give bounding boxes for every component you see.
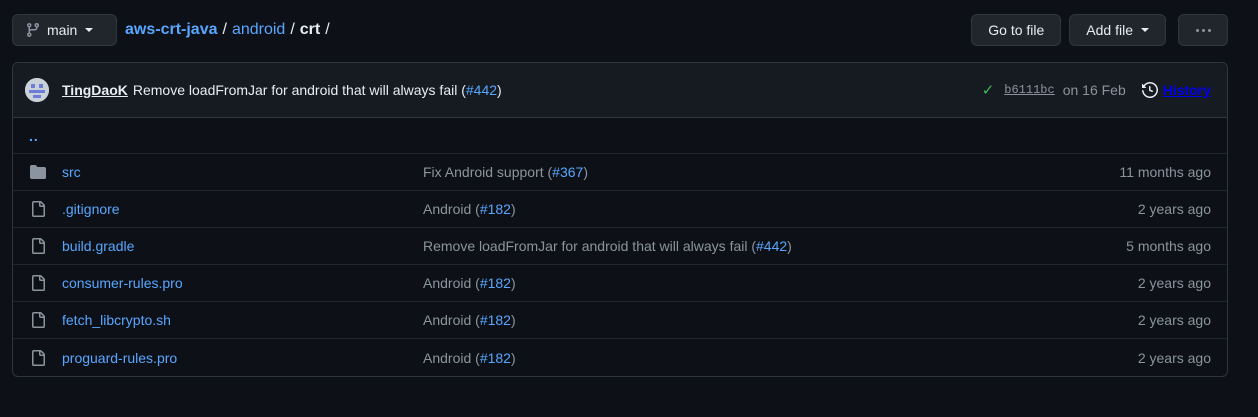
- file-commit-text[interactable]: Fix Android support (: [423, 164, 552, 180]
- file-commit-pr-link[interactable]: #182: [480, 275, 511, 291]
- file-commit-pr-link[interactable]: #182: [480, 312, 511, 328]
- repo-toolbar: main aws-crt-java / android / crt / Go t…: [12, 14, 1228, 46]
- file-commit-message: Fix Android support (#367): [423, 164, 1119, 180]
- file-name-link[interactable]: src: [62, 164, 423, 180]
- file-icon: [30, 275, 46, 291]
- file-icon: [30, 312, 46, 328]
- file-icon: [30, 349, 46, 366]
- branch-select-button[interactable]: main: [12, 14, 117, 46]
- file-commit-text-end: ): [510, 349, 516, 366]
- file-list: src Fix Android support (#367) 11 months a…: [13, 154, 1227, 376]
- add-file-button[interactable]: Add file: [1069, 14, 1166, 46]
- file-row[interactable]: build.gradle Remove loadFromJar for andro…: [13, 228, 1227, 265]
- file-commit-message: Android (#182): [423, 312, 1138, 328]
- file-commit-text-end: ): [583, 164, 588, 180]
- breadcrumb-separator: /: [325, 21, 330, 38]
- commit-sha-link[interactable]: b6111bc: [1004, 83, 1054, 97]
- file-commit-text[interactable]: Android (: [423, 350, 480, 366]
- file-commit-text-end: ): [510, 312, 516, 328]
- file-commit-age: 11 months ago: [1119, 164, 1211, 180]
- file-commit-message: Android (#182): [423, 350, 1138, 366]
- file-name-link[interactable]: consumer-rules.pro: [62, 275, 423, 291]
- file-commit-pr-link[interactable]: #367: [552, 164, 583, 180]
- breadcrumb-current: crt: [299, 21, 321, 38]
- file-name-link[interactable]: build.gradle: [62, 238, 423, 254]
- history-label: History: [1162, 82, 1211, 98]
- breadcrumb-separator: /: [222, 21, 227, 38]
- history-icon: [1141, 82, 1158, 98]
- commit-date: on 16 Feb: [1062, 82, 1126, 98]
- commit-pr-link[interactable]: #442: [466, 82, 497, 98]
- folder-icon: [30, 164, 46, 180]
- file-row[interactable]: src Fix Android support (#367) 11 months a…: [13, 154, 1227, 191]
- commit-message-end: ): [497, 82, 502, 98]
- check-icon[interactable]: ✓: [982, 81, 995, 99]
- file-commit-age: 5 months ago: [1126, 238, 1211, 254]
- file-name-link[interactable]: .gitignore: [62, 201, 423, 217]
- branch-label: main: [47, 22, 78, 38]
- file-commit-message: Android (#182): [423, 201, 1138, 217]
- file-commit-pr-link[interactable]: #182: [480, 350, 511, 366]
- commit-message-text[interactable]: Remove loadFromJar for android that will…: [133, 82, 466, 98]
- file-commit-text[interactable]: Remove loadFromJar for android that will…: [423, 238, 756, 254]
- file-icon: [30, 238, 46, 254]
- parent-dir-row[interactable]: ..: [13, 118, 1227, 154]
- history-link[interactable]: History: [1141, 82, 1211, 98]
- breadcrumb: aws-crt-java / android / crt /: [125, 21, 330, 39]
- file-commit-text[interactable]: Android (: [423, 312, 480, 328]
- breadcrumb-repo-link[interactable]: aws-crt-java: [125, 21, 218, 39]
- avatar[interactable]: [25, 78, 49, 102]
- file-commit-age: 2 years ago: [1137, 349, 1211, 366]
- commit-message: Remove loadFromJar for android that will…: [133, 82, 502, 98]
- file-commit-pr-link[interactable]: #442: [756, 238, 787, 254]
- git-branch-icon: [26, 23, 39, 38]
- top-actions: Go to file Add file: [971, 14, 1228, 46]
- breadcrumb-separator: /: [290, 21, 295, 38]
- caret-down-icon: [85, 28, 94, 32]
- kebab-horizontal-icon: [1195, 28, 1211, 32]
- file-commit-pr-link[interactable]: #182: [480, 201, 511, 217]
- file-row[interactable]: .gitignore Android (#182) 2 years ago: [13, 191, 1227, 228]
- file-commit-age: 2 years ago: [1137, 275, 1211, 291]
- file-row[interactable]: fetch_libcrypto.sh Android (#182) 2 years …: [13, 302, 1227, 339]
- go-to-file-button[interactable]: Go to file: [971, 14, 1062, 46]
- file-commit-age: 2 years ago: [1137, 312, 1211, 328]
- parent-dir-link[interactable]: ..: [29, 128, 39, 144]
- file-commit-message: Remove loadFromJar for android that will…: [423, 238, 1126, 254]
- commit-author-link[interactable]: TingDaoK: [62, 82, 128, 98]
- caret-down-icon: [1141, 28, 1149, 32]
- file-commit-text-end: ): [510, 201, 516, 217]
- file-name-link[interactable]: proguard-rules.pro: [62, 350, 423, 366]
- file-commit-text-end: ): [787, 238, 792, 254]
- file-commit-age: 2 years ago: [1137, 201, 1211, 217]
- more-options-button[interactable]: [1178, 14, 1228, 46]
- file-commit-text[interactable]: Android (: [423, 201, 480, 217]
- file-name-link[interactable]: fetch_libcrypto.sh: [62, 312, 423, 328]
- file-commit-text-end: ): [510, 275, 516, 291]
- file-commit-message: Android (#182): [423, 275, 1138, 291]
- file-browser: TingDaoK Remove loadFromJar for android …: [12, 62, 1228, 377]
- commit-meta: ✓ b6111bc on 16 Feb History: [982, 81, 1211, 99]
- file-row[interactable]: proguard-rules.pro Android (#182) 2 years …: [13, 339, 1227, 376]
- add-file-label: Add file: [1086, 22, 1133, 38]
- breadcrumb-dir-link[interactable]: android: [232, 21, 285, 39]
- file-icon: [30, 201, 46, 217]
- latest-commit-bar: TingDaoK Remove loadFromJar for android …: [13, 63, 1227, 118]
- file-commit-text[interactable]: Android (: [423, 275, 480, 291]
- file-row[interactable]: consumer-rules.pro Android (#182) 2 years …: [13, 265, 1227, 302]
